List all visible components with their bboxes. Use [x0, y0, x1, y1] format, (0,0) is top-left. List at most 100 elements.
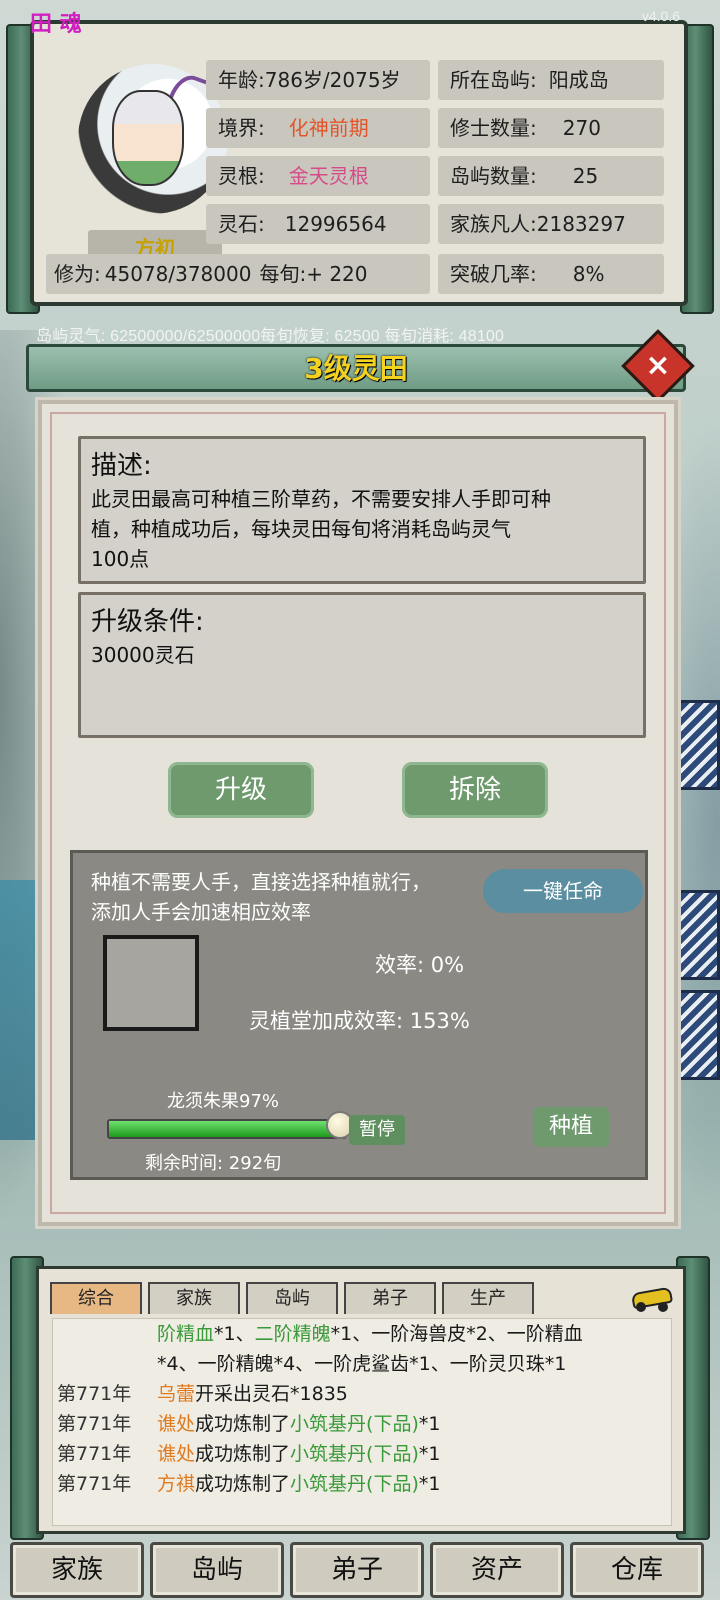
- log-person: 方祺: [157, 1473, 196, 1495]
- island-value: 阳成岛: [548, 68, 609, 92]
- chariot-wheel: [636, 1302, 646, 1312]
- realm-label: 境界:: [218, 116, 265, 140]
- log-year: 第771年: [57, 1413, 132, 1435]
- breakthrough-value: 8%: [572, 262, 605, 286]
- appoint-all-button[interactable]: 一键任命: [483, 869, 643, 913]
- log-row: 第771年 乌蕾开采出灵石*1835: [53, 1379, 671, 1409]
- description-text: 100点: [91, 547, 150, 571]
- log-text: 乌蕾开采出灵石*1835: [157, 1379, 348, 1409]
- log-quantity: *1: [418, 1443, 441, 1465]
- log-row: 阶精血*1、二阶精魄*1、一阶海兽皮*2、一阶精血: [53, 1319, 671, 1349]
- tab-disciples[interactable]: 弟子: [344, 1282, 436, 1314]
- worker-slot[interactable]: [103, 935, 199, 1031]
- planting-info: 种植不需要人手，直接选择种植就行， 添加人手会加速相应效率: [91, 867, 431, 927]
- islands-value: 25: [572, 164, 599, 188]
- log-row: 第771年 谯处成功炼制了小筑基丹(下品)*1: [53, 1439, 671, 1469]
- growth-progress-bar: [107, 1119, 347, 1139]
- age-label: 年龄:: [218, 68, 265, 92]
- tab-island[interactable]: 岛屿: [246, 1282, 338, 1314]
- island-cell: 所在岛屿: 阳成岛: [438, 60, 664, 100]
- dialog-title: 3级灵田: [304, 352, 408, 385]
- nav-warehouse-button[interactable]: 仓库: [570, 1542, 704, 1598]
- nav-family-button[interactable]: 家族: [10, 1542, 144, 1598]
- islands-label: 岛屿数量:: [450, 164, 537, 188]
- stone-label: 灵石:: [218, 212, 265, 236]
- log-text: *4、一阶精魄*4、一阶虎鲨齿*1、一阶灵贝珠*1: [157, 1353, 567, 1375]
- cultivation-value: 45078/378000: [104, 262, 252, 286]
- close-icon: ×: [645, 348, 671, 383]
- realm-cell: 境界: 化神前期: [206, 108, 430, 148]
- plant-button[interactable]: 种植: [533, 1107, 609, 1147]
- log-text: 方祺成功炼制了小筑基丹(下品)*1: [157, 1469, 440, 1499]
- island-qi-status: 岛屿灵气: 62500000/62500000每旬恢复: 62500 每旬消耗:…: [36, 328, 505, 345]
- version-label: v4.0.6: [641, 8, 680, 24]
- log-fragment: *1、一阶海兽皮*2、一阶精血: [330, 1323, 583, 1345]
- efficiency-text: 效率: 0%: [375, 953, 465, 977]
- tab-production[interactable]: 生产: [442, 1282, 534, 1314]
- growth-progress-fill: [109, 1121, 338, 1137]
- demolish-button[interactable]: 拆除: [402, 762, 548, 818]
- item-name: 二阶精魄: [254, 1323, 331, 1345]
- mortals-cell: 家族凡人:2183297: [438, 204, 664, 244]
- tab-general[interactable]: 综合: [50, 1282, 142, 1314]
- item-name: 小筑基丹(下品): [290, 1413, 419, 1435]
- log-action: 成功炼制了: [195, 1443, 291, 1465]
- event-log[interactable]: 阶精血*1、二阶精魄*1、一阶海兽皮*2、一阶精血 *4、一阶精魄*4、一阶虎鲨…: [52, 1318, 672, 1526]
- breakthrough-cell: 突破几率: 8%: [438, 254, 664, 294]
- planting-info-line: 添加人手会加速相应效率: [91, 900, 311, 924]
- log-action: 成功炼制了: [195, 1473, 291, 1495]
- log-row: 第771年 谯处成功炼制了小筑基丹(下品)*1: [53, 1409, 671, 1439]
- description-text: 此灵田最高可种植三阶草药，不需要安排人手即可种: [91, 487, 551, 511]
- log-quantity: *1: [418, 1473, 441, 1495]
- log-quantity: *1: [418, 1413, 441, 1435]
- log-person: 乌蕾: [157, 1383, 196, 1405]
- avatar-portrait-icon: [112, 90, 184, 186]
- dialog-header: 3级灵田: [26, 344, 686, 392]
- log-row: *4、一阶精魄*4、一阶虎鲨齿*1、一阶灵贝珠*1: [53, 1349, 671, 1379]
- tab-family[interactable]: 家族: [148, 1282, 240, 1314]
- log-year: 第771年: [57, 1443, 132, 1465]
- upgrade-title: 升级条件:: [91, 607, 204, 637]
- hall-bonus-text: 灵植堂加成效率: 153%: [249, 1009, 470, 1033]
- root-label: 灵根:: [218, 164, 265, 188]
- stone-value: 12996564: [284, 212, 387, 236]
- root-value: 金天灵根: [288, 164, 369, 188]
- upgrade-button[interactable]: 升级: [168, 762, 314, 818]
- cultivators-value: 270: [562, 116, 601, 140]
- chariot-wheel: [658, 1302, 668, 1312]
- realm-value: 化神前期: [288, 116, 369, 140]
- island-label: 所在岛屿:: [450, 68, 537, 92]
- nav-assets-button[interactable]: 资产: [430, 1542, 564, 1598]
- islands-cell: 岛屿数量: 25: [438, 156, 664, 196]
- crop-progress-label: 龙须朱果97%: [167, 1091, 280, 1112]
- log-text: 阶精血*1、二阶精魄*1、一阶海兽皮*2、一阶精血: [157, 1319, 583, 1349]
- upgrade-panel: 升级条件: 30000灵石: [78, 592, 646, 738]
- stone-cell: 灵石: 12996564: [206, 204, 430, 244]
- chariot-icon[interactable]: [630, 1282, 674, 1312]
- mortals-value: 2183297: [536, 212, 626, 236]
- log-person: 谯处: [157, 1413, 196, 1435]
- bottom-nav: 家族 岛屿 弟子 资产 仓库: [6, 1542, 714, 1598]
- nav-disciples-button[interactable]: 弟子: [290, 1542, 424, 1598]
- age-value: 786岁/2075岁: [264, 68, 401, 92]
- planting-info-line: 种植不需要人手，直接选择种植就行，: [91, 870, 431, 894]
- app-logo: 田 魂: [30, 12, 82, 37]
- log-person: 谯处: [157, 1443, 196, 1465]
- log-action: 开采出灵石*1835: [195, 1383, 348, 1405]
- cultivators-cell: 修士数量: 270: [438, 108, 664, 148]
- cultivation-per-turn: 每旬:+ 220: [259, 262, 368, 286]
- cultivation-cell: 修为: 45078/378000 每旬:+ 220: [46, 254, 430, 294]
- log-row: 第771年 方祺成功炼制了小筑基丹(下品)*1: [53, 1469, 671, 1499]
- nav-island-button[interactable]: 岛屿: [150, 1542, 284, 1598]
- cultivators-label: 修士数量:: [450, 116, 537, 140]
- breakthrough-label: 突破几率:: [450, 262, 537, 286]
- item-name: 小筑基丹(下品): [290, 1443, 419, 1465]
- description-title: 描述:: [91, 451, 152, 481]
- root-cell: 灵根: 金天灵根: [206, 156, 430, 196]
- log-year: 第771年: [57, 1473, 132, 1495]
- description-text: 植，种植成功后，每块灵田每旬将消耗岛屿灵气: [91, 517, 511, 541]
- log-text: 谯处成功炼制了小筑基丹(下品)*1: [157, 1409, 440, 1439]
- pause-button[interactable]: 暂停: [349, 1115, 405, 1145]
- item-name: 小筑基丹(下品): [290, 1473, 419, 1495]
- mortals-label: 家族凡人:: [450, 212, 537, 236]
